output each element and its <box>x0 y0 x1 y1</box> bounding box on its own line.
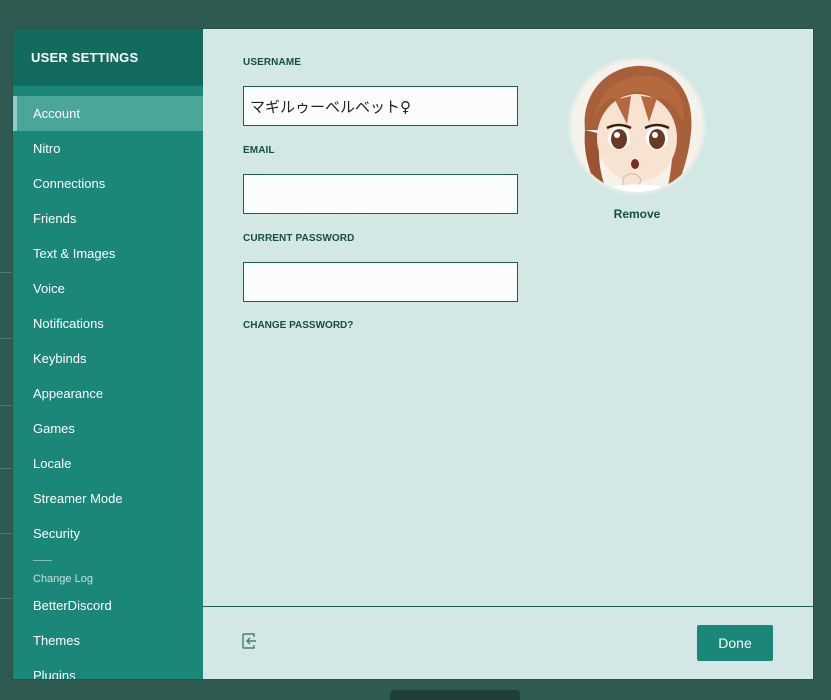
background-stripe <box>0 598 12 599</box>
sidebar-item-friends[interactable]: Friends <box>13 201 203 236</box>
sidebar-item-security[interactable]: Security <box>13 516 203 551</box>
current-password-label: CURRENT PASSWORD <box>243 233 355 244</box>
sidebar-item-connections[interactable]: Connections <box>13 166 203 201</box>
change-password-link[interactable]: CHANGE PASSWORD? <box>243 320 353 331</box>
user-settings-modal: USER SETTINGS Account Nitro Connections … <box>13 29 813 679</box>
username-field[interactable] <box>243 86 518 126</box>
sidebar-item-games[interactable]: Games <box>13 411 203 446</box>
avatar-image <box>571 60 703 192</box>
background-panel-edge <box>390 690 520 700</box>
background-stripe <box>0 338 12 339</box>
footer-divider <box>203 606 813 607</box>
background-stripe <box>0 405 12 406</box>
sidebar-item-text-images[interactable]: Text & Images <box>13 236 203 271</box>
logout-icon[interactable] <box>240 632 258 650</box>
sidebar-item-nitro[interactable]: Nitro <box>13 131 203 166</box>
sidebar-item-locale[interactable]: Locale <box>13 446 203 481</box>
remove-avatar-link[interactable]: Remove <box>568 207 706 221</box>
background-stripe <box>0 272 12 273</box>
sidebar-item-notifications[interactable]: Notifications <box>13 306 203 341</box>
sidebar-item-appearance[interactable]: Appearance <box>13 376 203 411</box>
sidebar-item-change-log[interactable]: Change Log <box>13 570 203 588</box>
email-field[interactable] <box>243 174 518 214</box>
sidebar-item-betterdiscord[interactable]: BetterDiscord <box>13 588 203 623</box>
sidebar-divider <box>33 560 52 561</box>
background-stripe <box>0 468 12 469</box>
sidebar-item-themes[interactable]: Themes <box>13 623 203 658</box>
sidebar-item-keybinds[interactable]: Keybinds <box>13 341 203 376</box>
current-password-field[interactable] <box>243 262 518 302</box>
settings-sidebar: USER SETTINGS Account Nitro Connections … <box>13 29 203 679</box>
background-stripe <box>0 533 12 534</box>
sidebar-item-voice[interactable]: Voice <box>13 271 203 306</box>
sidebar-item-account[interactable]: Account <box>13 96 203 131</box>
email-label: EMAIL <box>243 145 275 156</box>
avatar[interactable] <box>568 57 706 195</box>
username-label: USERNAME <box>243 57 302 68</box>
done-button[interactable]: Done <box>697 625 773 661</box>
account-settings-panel: USERNAME EMAIL CURRENT PASSWORD CHANGE P… <box>203 29 813 679</box>
sidebar-item-plugins[interactable]: Plugins <box>13 658 203 679</box>
sidebar-title: USER SETTINGS <box>13 29 203 86</box>
sidebar-nav: Account Nitro Connections Friends Text &… <box>13 86 203 679</box>
sidebar-item-streamer-mode[interactable]: Streamer Mode <box>13 481 203 516</box>
